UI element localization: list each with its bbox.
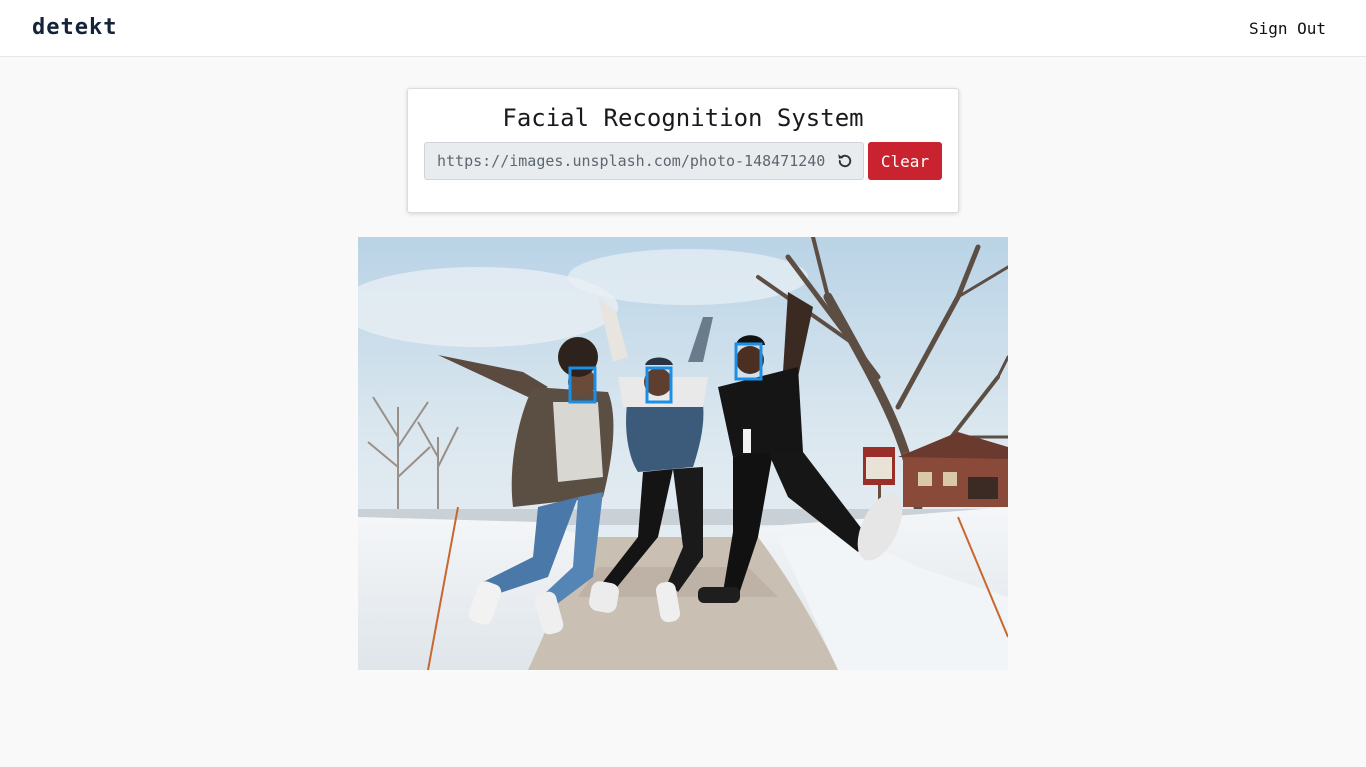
refresh-icon[interactable] [836,152,854,170]
navbar: detekt Sign Out [0,0,1366,57]
sign-out-link[interactable]: Sign Out [1249,19,1326,38]
recognition-card: Facial Recognition System Clear [407,88,959,213]
photo-illustration [358,237,1008,670]
result-photo [358,237,1008,670]
clear-button[interactable]: Clear [868,142,942,180]
page-title: Facial Recognition System [502,104,864,132]
brand-logo[interactable]: detekt [32,15,117,40]
image-url-input[interactable] [424,142,864,180]
